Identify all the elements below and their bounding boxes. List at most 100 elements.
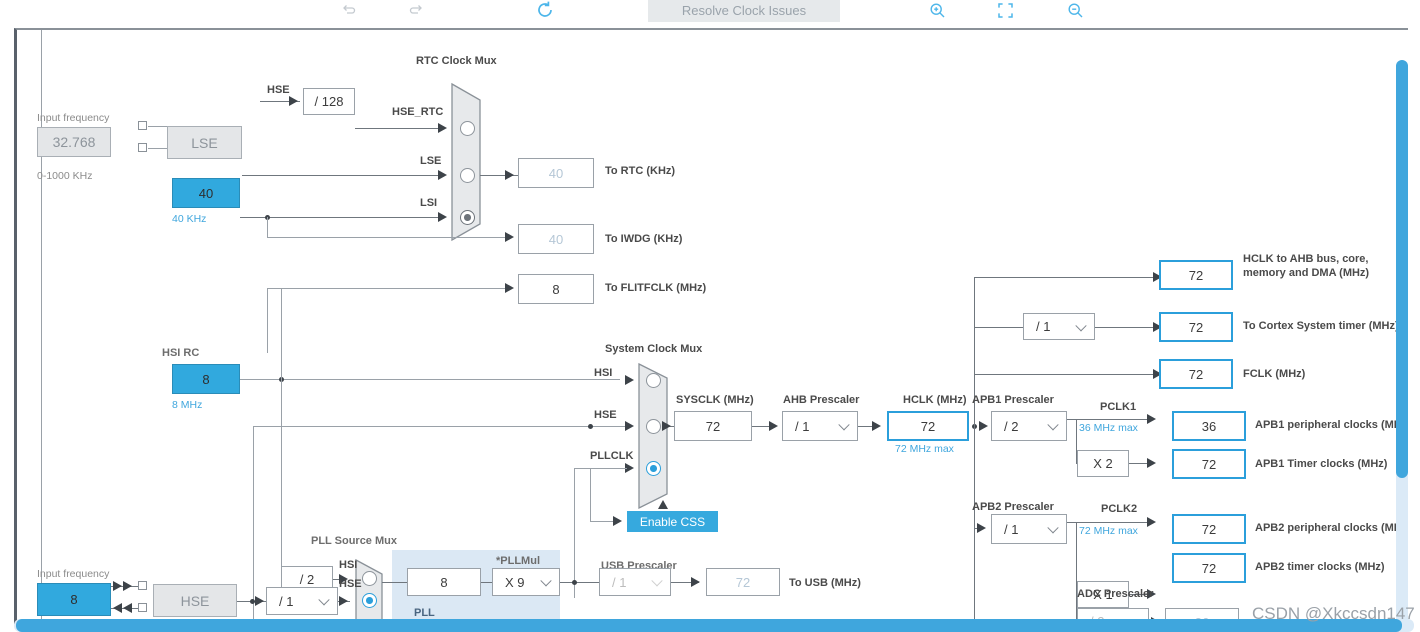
- sysmux-input-1-signal: HSE: [594, 409, 617, 421]
- to-iwdg-label: To IWDG (KHz): [605, 233, 683, 245]
- pll-input-value: 8: [407, 568, 481, 596]
- adc-prescaler-label: ADC Prescaler: [1077, 588, 1154, 600]
- hse-pin-in: [138, 581, 147, 590]
- pll-mux-radio-hse[interactable]: [362, 593, 377, 608]
- sysclk-label: SYSCLK (MHz): [676, 394, 754, 406]
- pclk1-label: PCLK1: [1100, 401, 1137, 413]
- redo-icon[interactable]: [403, 0, 429, 20]
- apb2-timer-value: 72: [1172, 553, 1246, 583]
- vertical-scrollbar-thumb[interactable]: [1396, 60, 1408, 478]
- hse-input-frequency-label: Input frequency: [37, 568, 110, 580]
- to-usb-label: To USB (MHz): [789, 577, 861, 589]
- fit-to-screen-icon[interactable]: [992, 0, 1018, 20]
- apb2-prescaler-select[interactable]: / 1: [991, 514, 1067, 544]
- cortex-prescaler-value: / 1: [1036, 319, 1051, 334]
- rtc-clock-mux-title: RTC Clock Mux: [416, 55, 497, 67]
- rtc-mux-input-2-signal: LSI: [420, 197, 438, 209]
- apb1-timer-value: 72: [1172, 449, 1246, 479]
- pllmul-select[interactable]: X 9: [492, 568, 560, 596]
- apb1-max-label: 36 MHz max: [1079, 422, 1138, 434]
- fclk-label: FCLK (MHz): [1243, 368, 1306, 380]
- apb1-prescaler-select[interactable]: / 2: [991, 411, 1067, 441]
- pllmul-label: *PLLMul: [496, 555, 540, 567]
- usb-prescaler-value: / 1: [612, 574, 627, 590]
- lse-pin-in: [138, 121, 147, 130]
- reset-icon[interactable]: [532, 0, 558, 20]
- apb2-prescaler-value: / 1: [1004, 521, 1019, 537]
- rtc-mux-radio-lsi[interactable]: [460, 210, 475, 225]
- clock-tree-canvas[interactable]: Input frequency 32.768 0-1000 KHz LSE LS…: [14, 28, 1408, 624]
- chevron-down-icon: [1047, 522, 1059, 534]
- hse-pin-out: [138, 603, 147, 612]
- apb1-prescaler-label: APB1 Prescaler: [972, 394, 1054, 406]
- chevron-down-icon: [318, 594, 330, 606]
- enable-css-button[interactable]: Enable CSS: [627, 511, 718, 532]
- apb2-timer-label: APB2 timer clocks (MHz): [1255, 561, 1385, 573]
- undo-icon[interactable]: [336, 0, 362, 20]
- to-rtc-value[interactable]: 40: [518, 158, 594, 188]
- to-flitfclk-value[interactable]: 8: [518, 274, 594, 304]
- horizontal-scrollbar-thumb[interactable]: [16, 619, 1402, 632]
- sysmux-radio-hsi[interactable]: [646, 373, 661, 388]
- hse-block[interactable]: HSE: [153, 584, 237, 617]
- hse-sysmux-dot: [588, 424, 593, 429]
- sysmux-input-0-signal: HSI: [594, 367, 613, 379]
- pll-hse-div-select[interactable]: / 1: [266, 587, 338, 615]
- zoom-in-icon[interactable]: [924, 0, 950, 20]
- pllmul-value: X 9: [505, 574, 525, 590]
- hse-rtc-signal-label: HSE: [267, 84, 290, 96]
- apb2-prescaler-label: APB2 Prescaler: [972, 501, 1054, 513]
- system-clock-mux-title: System Clock Mux: [605, 343, 703, 355]
- pclk2-label: PCLK2: [1101, 503, 1138, 515]
- hclk-ahb-bus-label: HCLK to AHB bus, core,: [1243, 253, 1369, 265]
- toolbar: Resolve Clock Issues: [0, 0, 1420, 22]
- hsi-rc-title: HSI RC: [162, 347, 200, 359]
- usb-prescaler-select-inner[interactable]: / 1: [599, 568, 671, 596]
- hclk-ahb-bus-label-2: memory and DMA (MHz): [1243, 267, 1370, 279]
- rtc-mux-radio-lse[interactable]: [460, 168, 475, 183]
- chevron-down-icon: [1047, 419, 1059, 431]
- sysmux-radio-hse[interactable]: [646, 419, 661, 434]
- apb2-max-label: 72 MHz max: [1079, 525, 1138, 537]
- sysmux-radio-pllclk[interactable]: [646, 461, 661, 476]
- hsi-rc-value[interactable]: 8: [172, 364, 240, 394]
- rtc-mux-radio-hse-rtc[interactable]: [460, 121, 475, 136]
- lse-block[interactable]: LSE: [167, 126, 242, 159]
- hse-div128-block: / 128: [303, 88, 355, 115]
- chevron-down-icon: [651, 575, 663, 587]
- pll-panel-label: PLL: [414, 607, 435, 619]
- lse-pin-out: [138, 143, 147, 152]
- rtc-mux-input-0-signal: HSE_RTC: [392, 106, 444, 118]
- apb2-peripheral-value: 72: [1172, 514, 1246, 544]
- css-arrow-up: [658, 500, 668, 509]
- fclk-value: 72: [1159, 359, 1233, 389]
- apb1-prescaler-value: / 2: [1004, 418, 1019, 434]
- pll-input-0-signal: HSI: [339, 559, 358, 571]
- apb1-timer-mul: X 2: [1077, 450, 1129, 477]
- lse-input-frequency-label: Input frequency: [37, 112, 110, 124]
- hclk-value: 72: [887, 411, 969, 441]
- hse-input-frequency-field[interactable]: 8: [37, 583, 111, 616]
- cortex-system-timer-label: To Cortex System timer (MHz): [1243, 320, 1399, 332]
- hclk-label: HCLK (MHz): [903, 394, 967, 406]
- to-rtc-label: To RTC (KHz): [605, 165, 676, 177]
- lsi-rc-value[interactable]: 40: [172, 178, 240, 208]
- apb1-peripheral-label: APB1 peripheral clocks (MHz): [1255, 419, 1408, 431]
- ahb-prescaler-select[interactable]: / 1: [782, 411, 858, 441]
- rtc-mux-input-1-signal: LSE: [420, 155, 442, 167]
- pll-hse-div-value: / 1: [279, 593, 294, 609]
- to-flitfclk-label: To FLITFCLK (MHz): [605, 282, 707, 294]
- ahb-prescaler-value: / 1: [795, 418, 810, 434]
- cortex-prescaler-select[interactable]: / 1: [1023, 313, 1095, 340]
- hclk-ahb-bus-value: 72: [1159, 260, 1233, 290]
- resolve-clock-issues-button[interactable]: Resolve Clock Issues: [648, 0, 840, 22]
- pll-input-1-signal: HSE: [339, 578, 362, 590]
- pll-mux-radio-hsi[interactable]: [362, 571, 377, 586]
- lse-range-label: 0-1000 KHz: [37, 170, 93, 182]
- cortex-system-timer-value: 72: [1159, 312, 1233, 342]
- chevron-down-icon: [1075, 319, 1087, 331]
- lse-input-frequency-field[interactable]: 32.768: [37, 127, 111, 157]
- hclk-max-label: 72 MHz max: [895, 443, 954, 455]
- to-iwdg-value[interactable]: 40: [518, 224, 594, 254]
- zoom-out-icon[interactable]: [1062, 0, 1088, 20]
